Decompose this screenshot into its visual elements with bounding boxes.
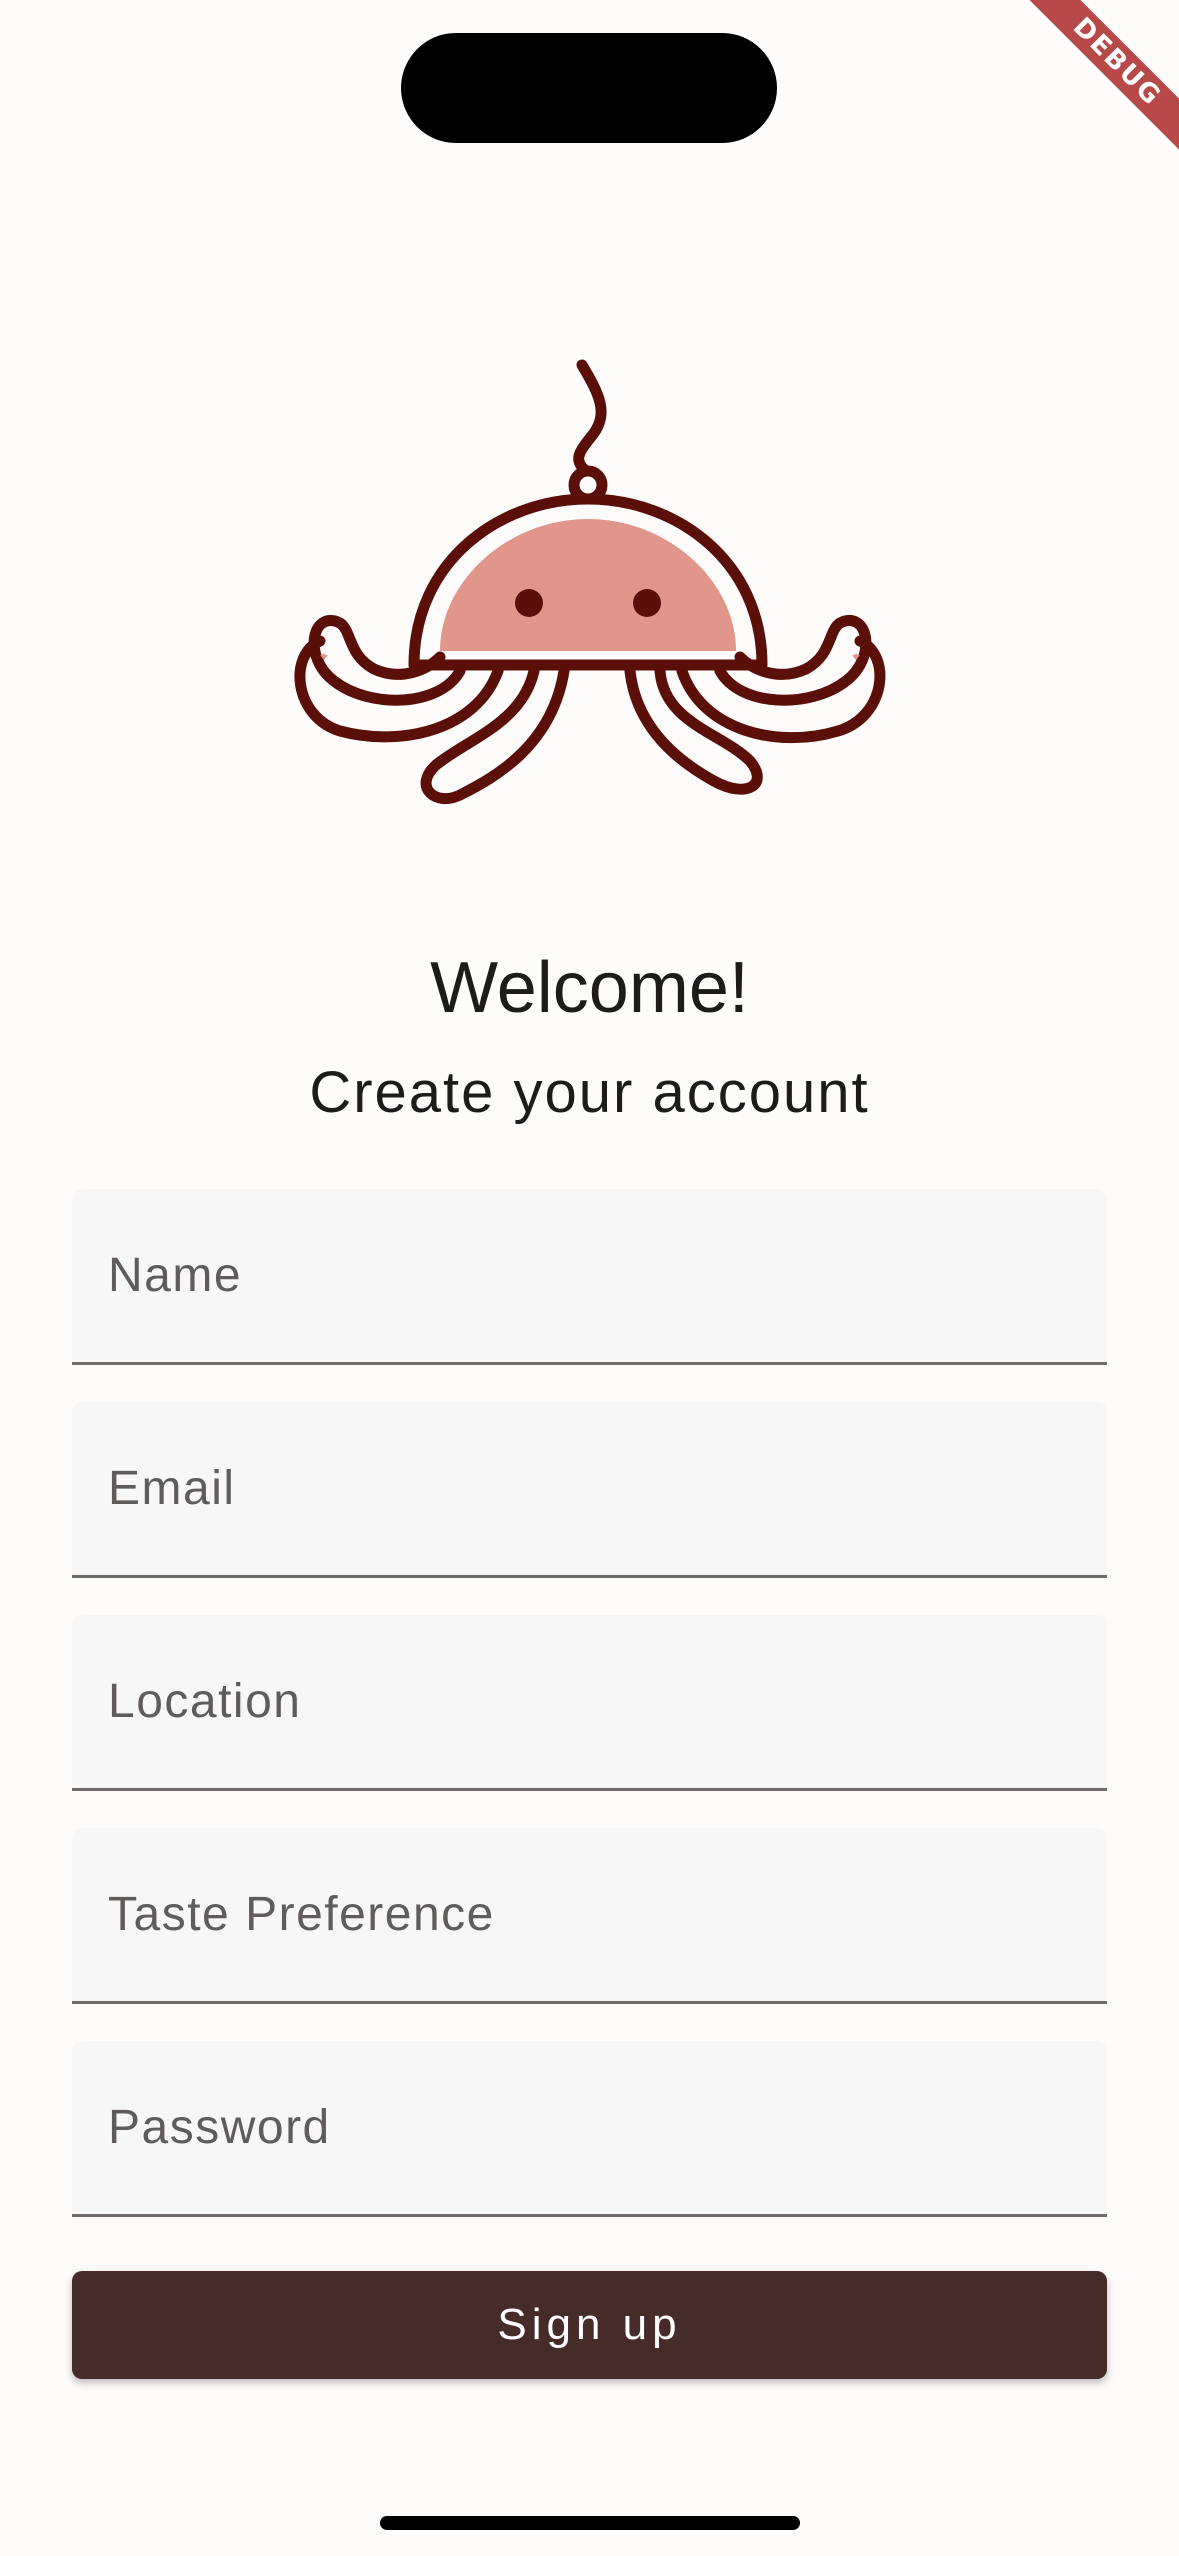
email-field[interactable]	[72, 1402, 1107, 1578]
email-input[interactable]	[72, 1402, 1107, 1575]
home-indicator[interactable]	[380, 2516, 800, 2530]
password-input[interactable]	[72, 2041, 1107, 2214]
debug-banner: DEBUG	[979, 0, 1179, 200]
sign-up-button[interactable]: Sign up	[72, 2271, 1107, 2379]
taste-preference-field[interactable]	[72, 1828, 1107, 2004]
location-input[interactable]	[72, 1615, 1107, 1788]
create-account-subtitle: Create your account	[309, 1060, 870, 1125]
taste-preference-input[interactable]	[72, 1828, 1107, 2001]
name-input[interactable]	[72, 1189, 1107, 1362]
name-field[interactable]	[72, 1189, 1107, 1365]
dynamic-island	[401, 33, 777, 143]
debug-banner-label: DEBUG	[1012, 0, 1179, 167]
welcome-heading: Welcome!	[430, 948, 749, 1028]
jellyfish-icon	[294, 359, 886, 805]
location-field[interactable]	[72, 1615, 1107, 1791]
password-field[interactable]	[72, 2041, 1107, 2217]
